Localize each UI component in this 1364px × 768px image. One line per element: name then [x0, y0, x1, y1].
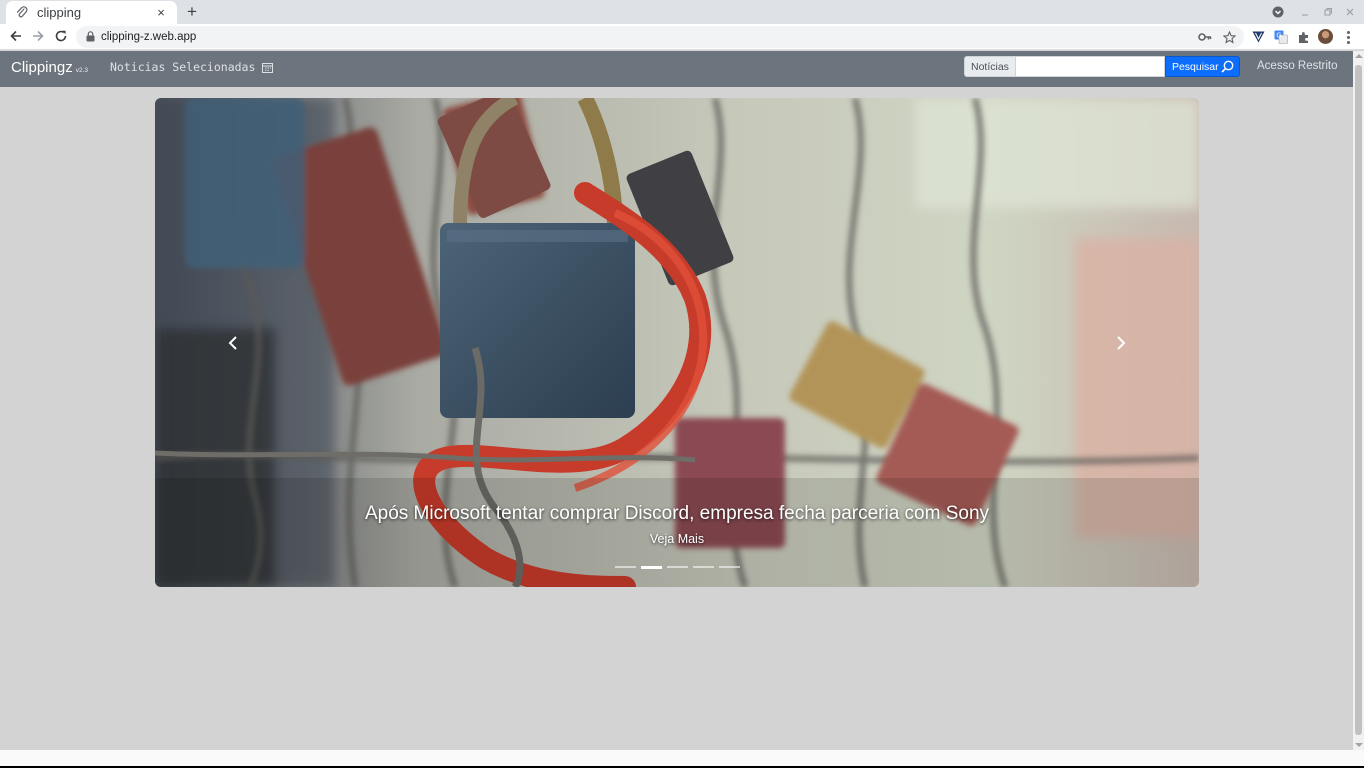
carousel-caption-link[interactable]: Veja Mais — [155, 532, 1199, 546]
browser-tab[interactable]: clipping × — [6, 1, 177, 24]
carousel-caption-title: Após Microsoft tentar comprar Discord, e… — [364, 503, 990, 524]
tab-title: clipping — [37, 5, 82, 20]
lock-icon — [86, 31, 95, 42]
page-scrollbar[interactable] — [1353, 51, 1364, 750]
search-scope-select[interactable]: Notícias — [964, 56, 1016, 77]
page-content: Clippingz v2.3 Noticias Selecionadas Notí… — [0, 51, 1353, 750]
search-icon — [1221, 60, 1234, 73]
plus-icon[interactable]: + — [184, 2, 200, 22]
forward-icon[interactable] — [30, 28, 46, 44]
scroll-up-icon[interactable] — [1355, 54, 1363, 58]
restore-icon[interactable] — [1322, 4, 1334, 20]
brand-version: v2.3 — [75, 67, 88, 74]
minimize-icon[interactable] — [1299, 4, 1311, 20]
menu-icon[interactable] — [1344, 29, 1352, 45]
carousel-indicator[interactable] — [693, 566, 714, 568]
key-icon[interactable] — [1198, 30, 1212, 44]
avatar[interactable] — [1318, 29, 1333, 44]
address-bar[interactable]: clipping-z.web.app — [76, 26, 1244, 48]
scrollbar-thumb[interactable] — [1355, 65, 1362, 735]
tab-search-icon[interactable] — [1272, 4, 1284, 20]
close-icon[interactable]: × — [154, 5, 168, 20]
restricted-access-link[interactable]: Acesso Restrito — [1257, 60, 1338, 72]
navbar: Clippingz v2.3 Noticias Selecionadas Notí… — [0, 51, 1353, 87]
back-icon[interactable] — [8, 28, 24, 44]
brand-name: Clippingz — [11, 59, 73, 76]
chevron-right-icon — [1117, 336, 1126, 350]
nav-link-label: Noticias Selecionadas — [110, 60, 256, 74]
reload-icon[interactable] — [53, 28, 69, 44]
extension-v-icon[interactable] — [1250, 29, 1266, 45]
close-window-icon[interactable] — [1344, 4, 1356, 20]
browser-tabstrip: clipping × + — [0, 0, 1364, 24]
carousel-indicators — [615, 566, 740, 569]
url-text: clipping-z.web.app — [101, 31, 197, 43]
search-button-label: Pesquisar — [1171, 60, 1219, 73]
search-form: Notícias Pesquisar — [964, 56, 1240, 77]
browser-toolbar: clipping-z.web.app G — [0, 24, 1364, 50]
scroll-down-icon[interactable] — [1355, 743, 1363, 747]
chevron-left-icon — [228, 336, 237, 350]
brand[interactable]: Clippingz v2.3 — [11, 59, 88, 76]
star-icon[interactable] — [1222, 30, 1236, 44]
news-carousel: Após Microsoft tentar comprar Discord, e… — [155, 98, 1199, 587]
svg-text:G: G — [1276, 32, 1281, 40]
carousel-next-button[interactable] — [1101, 328, 1141, 358]
search-input[interactable] — [1015, 56, 1165, 77]
carousel-prev-button[interactable] — [213, 328, 253, 358]
carousel-indicator[interactable] — [719, 566, 740, 568]
translate-icon[interactable]: G — [1273, 29, 1289, 45]
carousel-indicator[interactable] — [667, 566, 688, 568]
carousel-indicator-active[interactable] — [641, 566, 662, 569]
paperclip-icon — [16, 5, 28, 17]
carousel-indicator[interactable] — [615, 566, 636, 568]
calendar-icon — [262, 62, 274, 73]
nav-link-selected-news[interactable]: Noticias Selecionadas — [110, 60, 274, 74]
search-button[interactable]: Pesquisar — [1164, 56, 1240, 77]
puzzle-icon[interactable] — [1295, 29, 1311, 45]
